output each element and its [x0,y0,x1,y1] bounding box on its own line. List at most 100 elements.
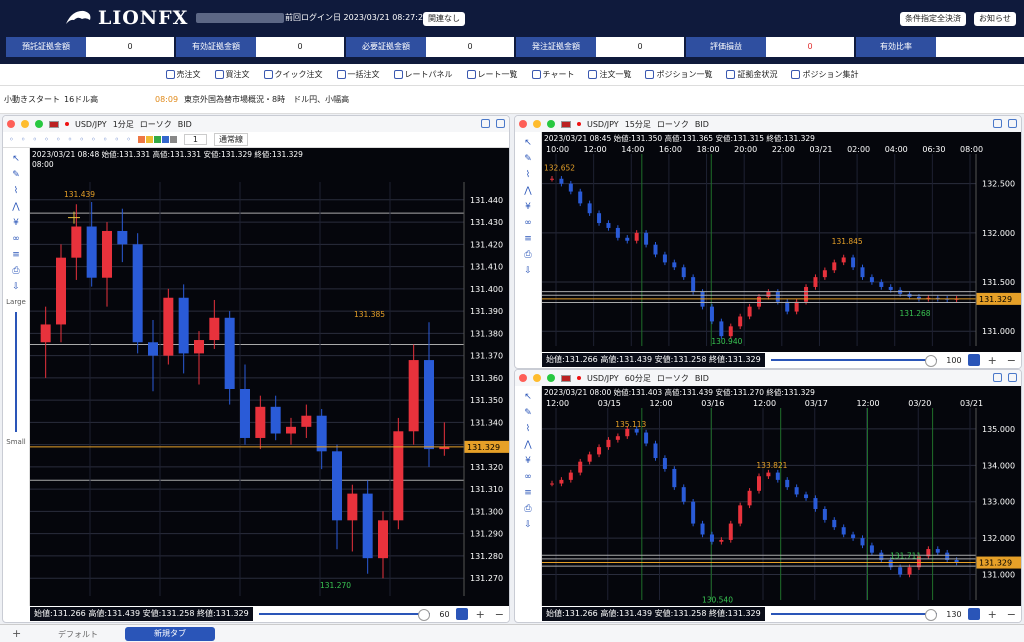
menu-item-1[interactable]: 買注文 [214,69,250,80]
zoom-out-icon[interactable]: − [1007,354,1016,367]
channel-icon[interactable]: ◦ [79,135,84,144]
news-item-b[interactable]: 16ドル高 [64,86,98,114]
link-icon[interactable]: ∞ [11,234,21,244]
line-type-select[interactable]: 通常線 [214,133,248,146]
stamp-icon[interactable]: ⇩ [523,266,533,276]
timeframe-select[interactable]: 60分足 [625,373,651,384]
maximize-dot[interactable] [35,120,43,128]
range-slider[interactable] [258,609,431,621]
news-item-a[interactable]: 小動きスタート [4,86,60,114]
menu-item-7[interactable]: 注文一覧 [588,69,631,80]
yen-icon[interactable]: ¥ [523,202,533,212]
pair-select[interactable]: USD/JPY [587,120,619,129]
menu-item-8[interactable]: ポジション一覧 [645,69,712,80]
menu-item-4[interactable]: レートパネル [393,69,453,80]
color-palette[interactable] [137,136,177,143]
zoom-out-icon[interactable]: − [495,608,504,621]
zoom-out-icon[interactable]: − [1007,608,1016,621]
ray-icon[interactable]: ◦ [32,135,37,144]
vline-icon[interactable]: ◦ [56,135,61,144]
list-icon[interactable]: ≡ [523,488,533,498]
print-icon[interactable]: ⎙ [523,504,533,514]
list-icon[interactable]: ≡ [523,234,533,244]
menu-item-6[interactable]: チャート [531,69,574,80]
cursor-icon[interactable]: ↖ [523,392,533,402]
menu-item-10[interactable]: ポジション集計 [791,69,858,80]
chart-type-select[interactable]: ローソク [657,373,689,384]
arrow-icon[interactable]: ◦ [103,135,108,144]
zoom-in-icon[interactable]: + [988,354,997,367]
zoom-slider[interactable] [15,312,17,432]
maximize-dot[interactable] [547,120,555,128]
pencil-icon[interactable]: ✎ [523,154,533,164]
refresh-icon[interactable]: ◦ [9,135,14,144]
chart-type-select[interactable]: ローソク [140,119,172,130]
pair-select[interactable]: USD/JPY [75,120,107,129]
chart-window-1min[interactable]: USD/JPY 1分足 ローソク BID ◦ ◦ ◦ ◦ ◦ ◦ ◦ ◦ ◦ ◦ ◦ 1 通常線 ↖ ✎ ⌇ ⋀ ¥ ∞ ≡ ⎙… [2,115,510,623]
eraser-icon[interactable]: ◦ [114,135,119,144]
fib-icon[interactable]: ⋀ [11,202,21,212]
timeframe-select[interactable]: 15分足 [625,119,651,130]
fib-icon[interactable]: ⋀ [523,440,533,450]
tab-new[interactable]: 新規タブ [125,627,215,641]
pair-select[interactable]: USD/JPY [587,374,619,383]
maximize-dot[interactable] [547,374,555,382]
trend-icon[interactable]: ⌇ [11,186,21,196]
trend-icon[interactable]: ⌇ [523,170,533,180]
settings-gear-icon[interactable] [993,119,1002,128]
timeframe-select[interactable]: 1分足 [113,119,134,130]
close-dot[interactable] [519,120,527,128]
add-tab-icon[interactable]: + [12,627,21,640]
hline-icon[interactable]: ◦ [44,135,49,144]
bar-count-dropdown[interactable] [967,354,980,366]
chart-type-select[interactable]: ローソク [657,119,689,130]
news-headline[interactable]: 東京外国為替市場概況・8時 ドル円、小幅高 [184,86,349,114]
close-dot[interactable] [7,120,15,128]
stamp-icon[interactable]: ⇩ [11,282,21,292]
range-slider[interactable] [770,355,938,367]
settings-gear-icon[interactable] [993,373,1002,382]
pencil-icon[interactable]: ✎ [11,170,21,180]
trend-icon[interactable]: ⌇ [523,424,533,434]
bar-count[interactable]: 130 [943,610,964,619]
menu-item-2[interactable]: クイック注文 [263,69,323,80]
pencil-icon[interactable]: ✎ [523,408,533,418]
range-slider[interactable] [770,609,938,621]
chart-window-15min[interactable]: USD/JPY 15分足 ローソク BID ↖ ✎ ⌇ ⋀ ¥ ∞ ≡ ⎙ ⇩ 132.500 132.00… [514,115,1022,369]
popout-icon[interactable] [496,119,505,128]
popout-icon[interactable] [1008,119,1017,128]
print-icon[interactable]: ⎙ [523,250,533,260]
side-select[interactable]: BID [695,374,709,383]
bar-count-dropdown[interactable] [455,608,468,620]
print-icon[interactable]: ⎙ [11,266,21,276]
notice-button[interactable]: お知らせ [974,12,1016,26]
line-icon[interactable]: ◦ [21,135,26,144]
minimize-dot[interactable] [533,374,541,382]
trash-icon[interactable]: ◦ [126,135,131,144]
popout-icon[interactable] [1008,373,1017,382]
chart-plot-2[interactable]: 135.000 134.000 133.000 132.000 131.000 12:00… [542,386,1021,606]
side-select[interactable]: BID [695,120,709,129]
cursor-icon[interactable]: ↖ [11,154,21,164]
bar-count[interactable]: 60 [436,610,452,619]
settle-all-button[interactable]: 条件指定全決済 [900,12,966,26]
chart-plot-1[interactable]: 132.500 132.000 131.500 131.000 10:00 12:00 14… [542,132,1021,352]
fib-icon[interactable]: ◦ [91,135,96,144]
menu-item-5[interactable]: レート一覧 [466,69,518,80]
menu-item-0[interactable]: 売注文 [165,69,201,80]
settings-gear-icon[interactable] [481,119,490,128]
menu-item-3[interactable]: 一括注文 [336,69,380,80]
zoom-in-icon[interactable]: + [476,608,485,621]
rect-icon[interactable]: ◦ [68,135,73,144]
minimize-dot[interactable] [21,120,29,128]
yen-icon[interactable]: ¥ [11,218,21,228]
side-select[interactable]: BID [178,120,192,129]
news-ticker[interactable]: 小動きスタート 16ドル高 08:09 東京外国為替市場概況・8時 ドル円、小幅… [0,86,1024,114]
tab-default[interactable]: デフォルト [58,629,98,640]
close-dot[interactable] [519,374,527,382]
line-width-input[interactable]: 1 [183,134,207,145]
chart-plot-1min[interactable]: 131.440 131.430 131.420 131.410 131.400 131.3… [30,148,509,606]
bar-count-dropdown[interactable] [967,608,980,620]
list-icon[interactable]: ≡ [11,250,21,260]
link-icon[interactable]: ∞ [523,218,533,228]
